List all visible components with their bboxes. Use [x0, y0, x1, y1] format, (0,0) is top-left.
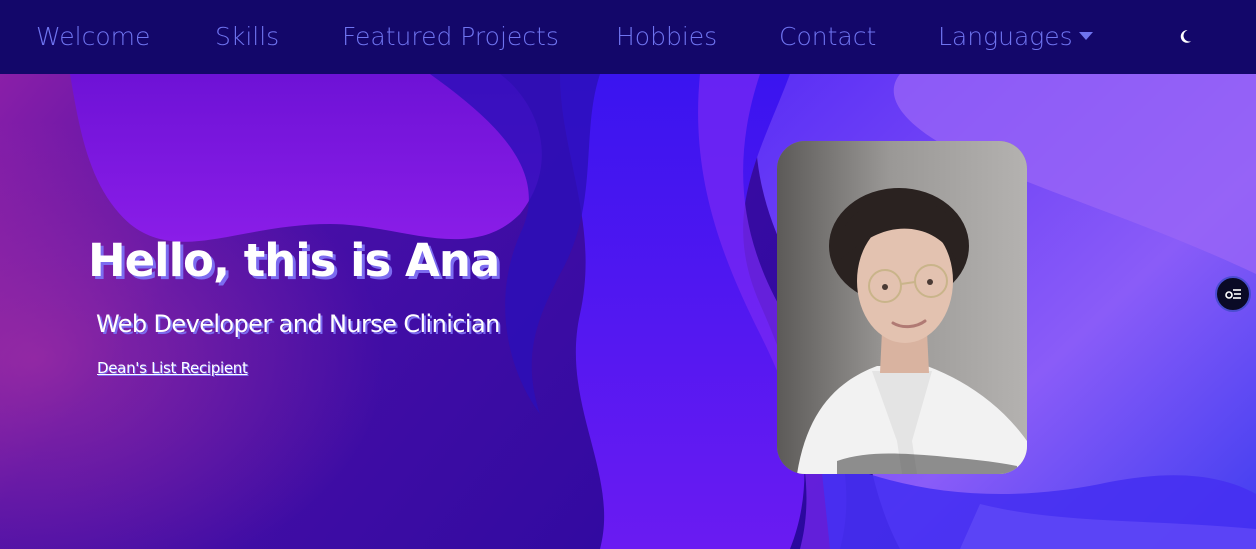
nav-dropdown-languages[interactable]: Languages	[938, 0, 1093, 74]
hero-title: Hello, this is Ana	[88, 234, 500, 287]
navbar: Welcome Skills Featured Projects Hobbies…	[0, 0, 1256, 74]
theme-toggle-button[interactable]	[1172, 22, 1200, 50]
caret-down-icon	[1078, 32, 1093, 40]
hero-section: Hello, this is Ana Web Developer and Nur…	[0, 74, 1256, 549]
nav-link-hobbies[interactable]: Hobbies	[616, 0, 717, 74]
profile-photo-illustration	[777, 141, 1027, 474]
nav-link-contact[interactable]: Contact	[779, 0, 876, 74]
moon-icon	[1180, 30, 1192, 43]
nav-link-languages-label: Languages	[938, 22, 1073, 51]
hero-subtitle: Web Developer and Nurse Clinician	[96, 310, 500, 338]
deans-list-link[interactable]: Dean's List Recipient	[97, 359, 248, 377]
accessibility-menu-icon	[1225, 289, 1241, 299]
profile-photo	[777, 141, 1027, 474]
nav-link-featured-projects[interactable]: Featured Projects	[342, 0, 559, 74]
accessibility-menu-button[interactable]	[1215, 276, 1251, 312]
nav-link-welcome[interactable]: Welcome	[36, 0, 150, 74]
nav-link-skills[interactable]: Skills	[215, 0, 279, 74]
